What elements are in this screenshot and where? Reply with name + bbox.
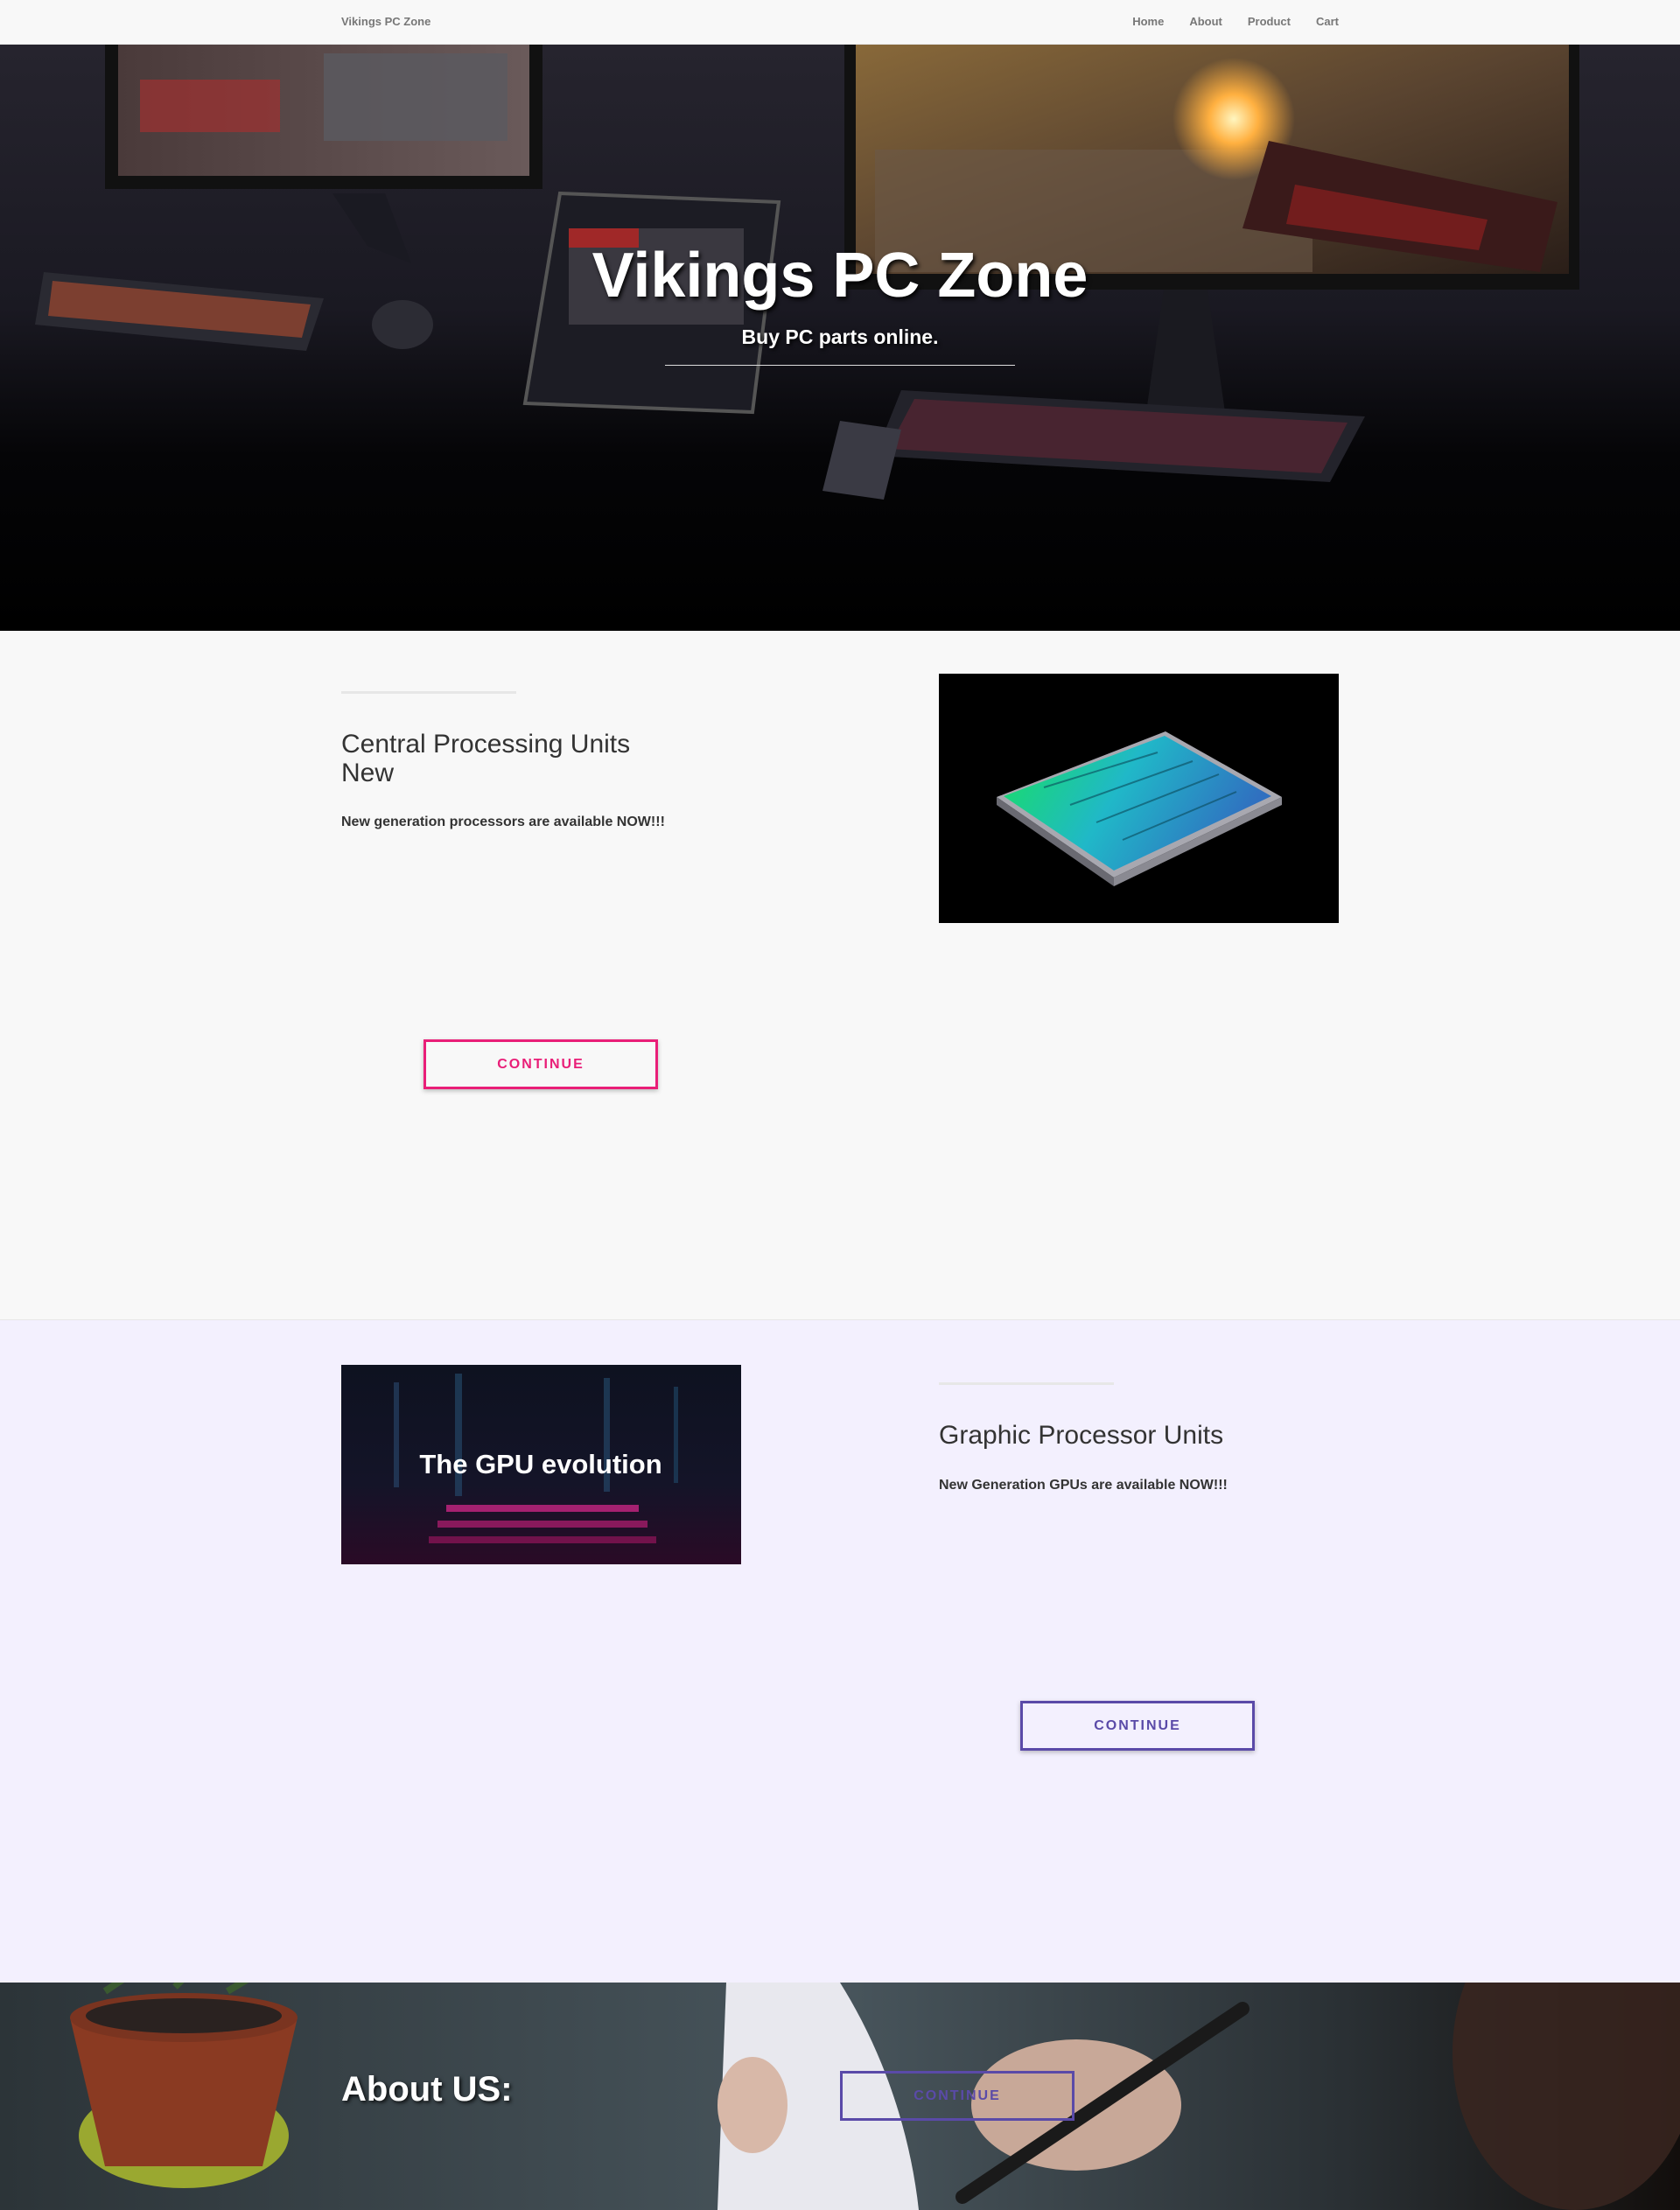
nav-product-link[interactable]: Product — [1248, 15, 1291, 28]
gpu-lead-text: New Generation GPUs are available NOW!!! — [939, 1478, 1228, 1493]
hero-title: Vikings PC Zone — [592, 241, 1088, 311]
about-continue-button[interactable]: CONTINUE — [840, 2071, 1074, 2121]
about-section: About US: CONTINUE — [0, 1983, 1680, 2210]
navbar: Vikings PC Zone Home About Product Cart — [0, 0, 1680, 45]
gpu-evolution-icon: The GPU evolution — [341, 1365, 741, 1564]
nav-home-link[interactable]: Home — [1132, 15, 1164, 28]
cpu-section: Central Processing Units New New generat… — [0, 631, 1680, 1320]
gpu-image-caption: The GPU evolution — [419, 1449, 662, 1479]
about-title: About US: — [341, 2070, 513, 2109]
nav-about-link[interactable]: About — [1189, 15, 1222, 28]
brand-link[interactable]: Vikings PC Zone — [341, 15, 430, 28]
cpu-chip-icon — [939, 674, 1339, 923]
gpu-evolution-image: The GPU evolution — [341, 1365, 741, 1564]
nav-cart-link[interactable]: Cart — [1316, 15, 1339, 28]
hero-divider — [665, 365, 1015, 366]
gpu-heading: Graphic Processor Units — [939, 1421, 1224, 1450]
hero-text: Vikings PC Zone Buy PC parts online. — [0, 238, 1680, 366]
gpu-continue-button[interactable]: CONTINUE — [1020, 1701, 1255, 1751]
nav-links: Home About Product Cart — [1107, 15, 1339, 28]
hero-subtitle: Buy PC parts online. — [741, 325, 939, 348]
hero-section: Vikings PC Zone Buy PC parts online. — [0, 45, 1680, 631]
cpu-chip-image — [939, 674, 1339, 923]
cpu-heading-line1: Central Processing Units — [341, 730, 631, 759]
cpu-heading: Central Processing Units New — [341, 730, 630, 787]
cpu-heading-line2: New — [341, 759, 395, 787]
gpu-divider — [939, 1382, 1114, 1385]
cpu-continue-button[interactable]: CONTINUE — [424, 1039, 658, 1089]
cpu-divider — [341, 691, 516, 694]
gpu-section: The GPU evolution Graphic Processor Unit… — [0, 1320, 1680, 1983]
cpu-lead-text: New generation processors are available … — [341, 815, 665, 829]
